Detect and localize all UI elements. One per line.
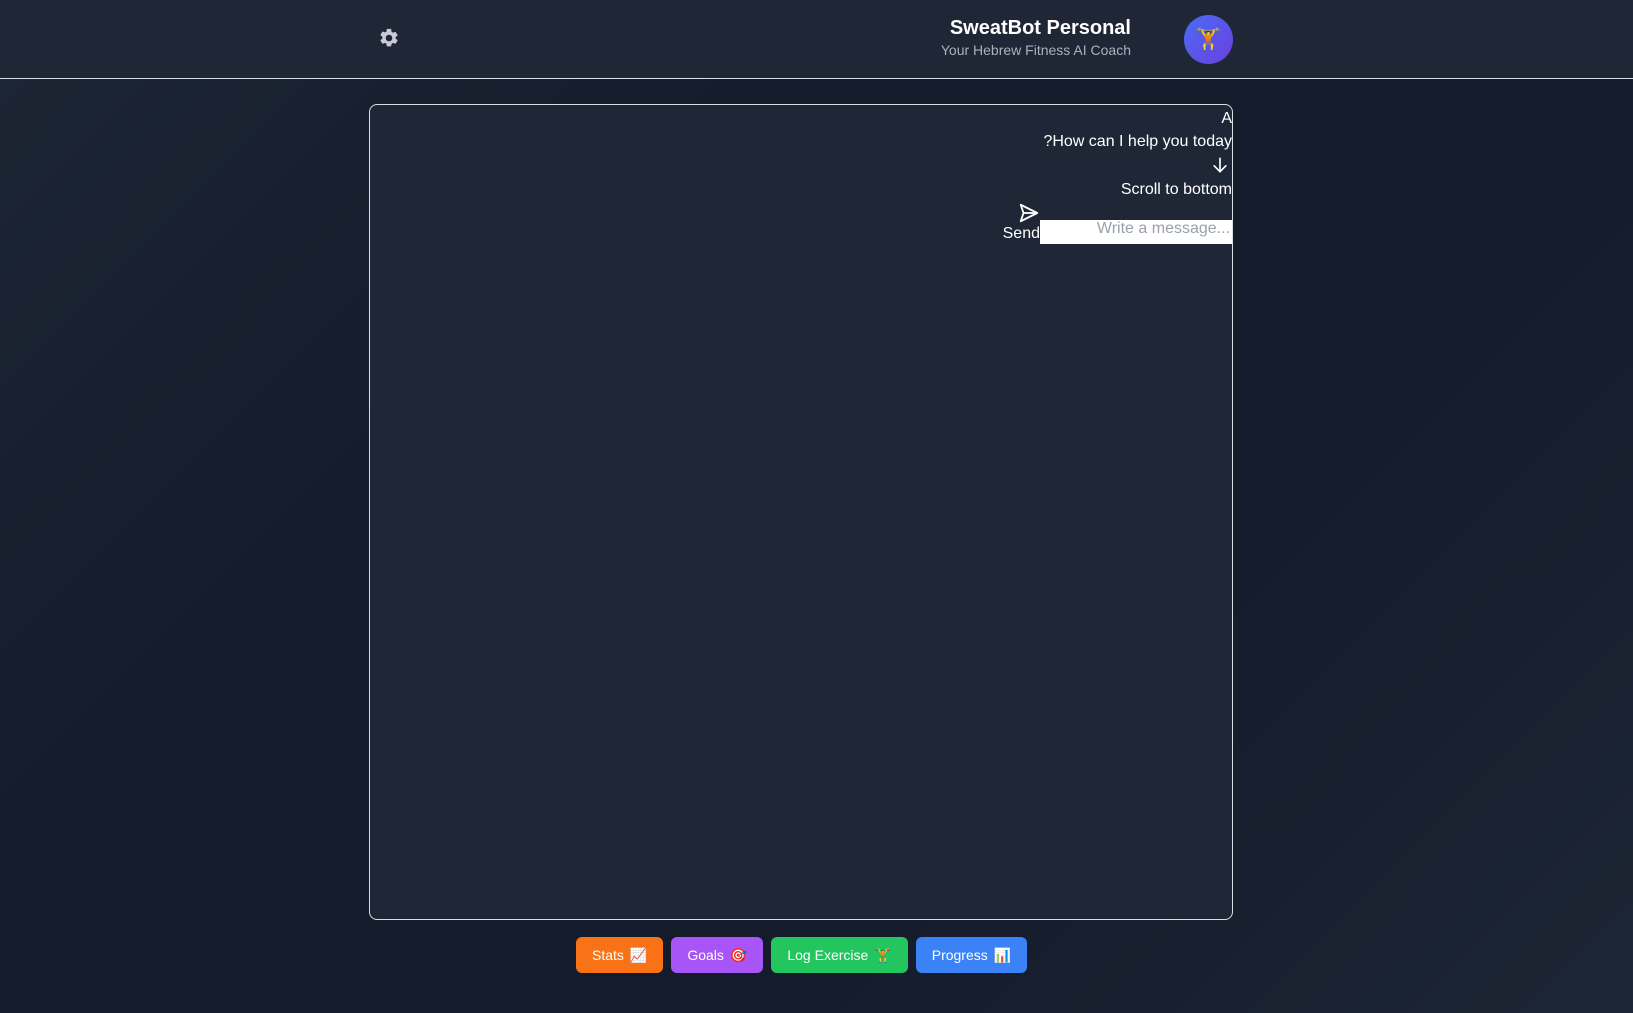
chat-panel: A ?How can I help you today Scroll to bo… [369, 104, 1233, 920]
weightlifter-icon: 🏋️ [1194, 26, 1223, 52]
assistant-avatar-letter: A [1221, 110, 1232, 127]
avatar[interactable]: 🏋️ [1184, 15, 1233, 64]
scroll-to-bottom-button[interactable]: Scroll to bottom [1121, 180, 1232, 200]
log-exercise-label: Log Exercise [787, 947, 869, 963]
send-icon [1019, 203, 1039, 223]
arrow-down-icon[interactable] [1210, 155, 1230, 175]
send-label: Send [1002, 225, 1040, 242]
weightlifter-icon: 🏋️ [874, 946, 892, 963]
greeting-message: ?How can I help you today [1043, 133, 1232, 150]
chart-increasing-icon: 📈 [629, 946, 648, 963]
quick-actions: Stats 📈 Goals 🎯 Log Exercise 🏋️ Progress… [576, 937, 1028, 973]
progress-label: Progress [931, 947, 988, 963]
goals-button[interactable]: Goals 🎯 [671, 937, 764, 973]
stats-button[interactable]: Stats 📈 [576, 937, 664, 973]
bar-chart-icon: 📊 [993, 946, 1012, 963]
message-composer: Send [1003, 202, 1232, 244]
target-icon: 🎯 [729, 946, 748, 963]
app-header: SweatBot Personal Your Hebrew Fitness AI… [0, 0, 1633, 79]
goals-label: Goals [687, 947, 724, 963]
stats-label: Stats [592, 947, 624, 963]
brand-block: SweatBot Personal Your Hebrew Fitness AI… [941, 16, 1131, 59]
app-title: SweatBot Personal [949, 17, 1131, 39]
progress-button[interactable]: Progress 📊 [915, 937, 1028, 973]
gear-icon[interactable] [378, 27, 400, 49]
send-button[interactable]: Send [1003, 202, 1040, 244]
app-subtitle: Your Hebrew Fitness AI Coach [940, 42, 1131, 58]
log-exercise-button[interactable]: Log Exercise 🏋️ [771, 937, 908, 973]
message-input[interactable] [1040, 220, 1232, 244]
